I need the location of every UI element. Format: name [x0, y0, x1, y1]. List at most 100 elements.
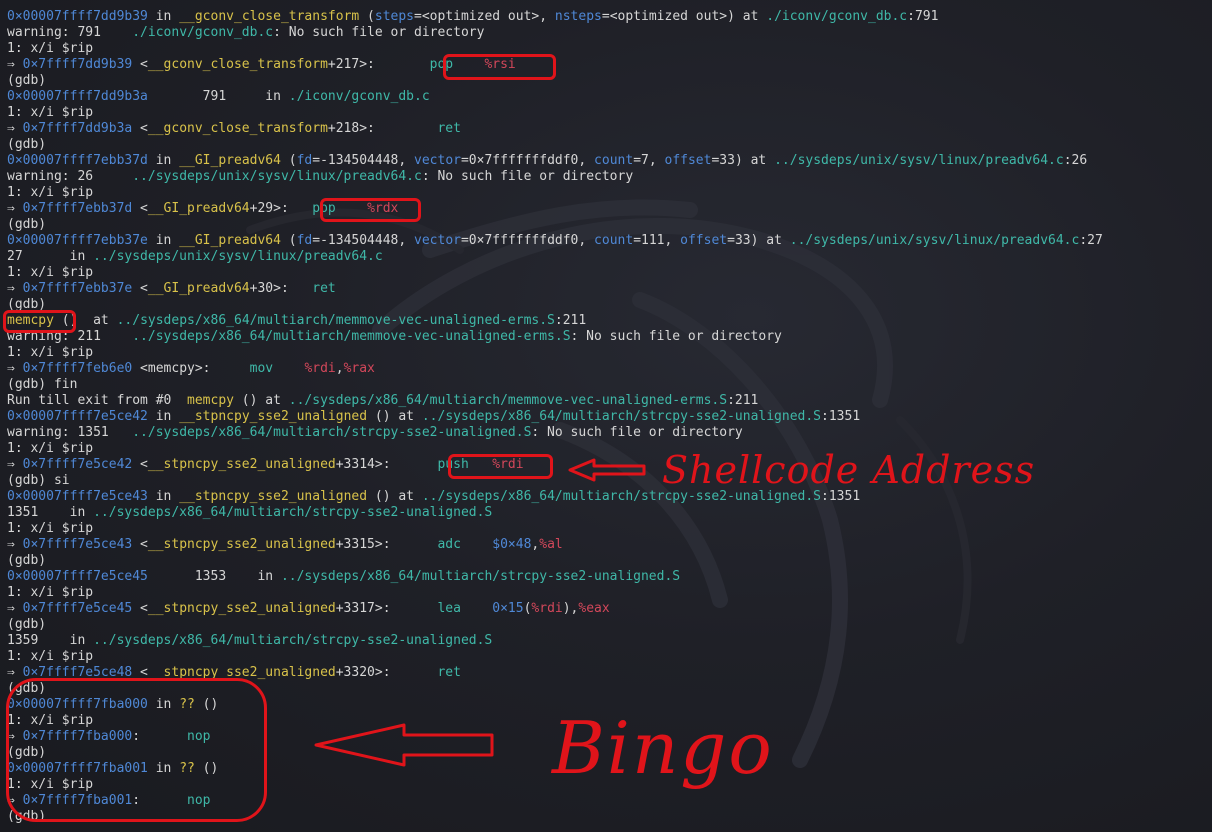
- terminal-text-func: __gconv_close_transform: [147, 121, 328, 136]
- terminal-text-path: ./iconv/gconv_db.c: [132, 25, 274, 40]
- terminal-text-default: () at: [367, 409, 422, 424]
- terminal-line: (gdb) si: [7, 473, 1212, 489]
- terminal-text-default: in: [147, 489, 180, 504]
- terminal-text-mnem: mov: [249, 361, 274, 376]
- terminal-line: 1: x/i $rip: [7, 345, 1212, 361]
- terminal-text-default: warning: 211: [7, 329, 133, 344]
- terminal-text-path: ../sysdeps/x86_64/multiarch/strcpy-sse2-…: [132, 425, 532, 440]
- terminal-text-func: __stpncpy_sse2_unaligned: [147, 601, 336, 616]
- terminal-line: warning: 211 ../sysdeps/x86_64/multiarch…: [7, 329, 1212, 345]
- terminal-text-num: $0×48: [492, 537, 532, 552]
- terminal-line: ⇒ 0×7ffff7dd9b3a <__gconv_close_transfor…: [7, 121, 1212, 137]
- terminal-text-default: (: [280, 153, 297, 168]
- terminal-text-addr: 0×7ffff7fba001: [22, 793, 133, 808]
- terminal-text-func: __stpncpy_sse2_unaligned: [147, 457, 336, 472]
- terminal-text-func: __stpncpy_sse2_unaligned: [179, 409, 368, 424]
- terminal-text-default: (gdb): [7, 297, 47, 312]
- terminal-text-default: in: [147, 761, 180, 776]
- terminal-text-reg: %al: [539, 537, 563, 552]
- terminal-text-default: =33) at: [711, 153, 775, 168]
- terminal-text-path: ../sysdeps/x86_64/multiarch/memmove-vec-…: [288, 393, 728, 408]
- terminal-text-addr: 0×00007ffff7e5ce42: [7, 409, 148, 424]
- terminal-text-func: memcpy: [187, 393, 234, 408]
- terminal-text-addr: 0×00007ffff7ebb37d: [7, 153, 148, 168]
- terminal-text-default: 1351 in: [7, 505, 94, 520]
- terminal-text-addr: 0×7ffff7feb6e0: [22, 361, 133, 376]
- terminal-text-path: ./iconv/gconv_db.c: [766, 9, 908, 24]
- terminal-text-default: ⇒: [7, 361, 23, 376]
- terminal-text-path: ../sysdeps/x86_64/multiarch/memmove-vec-…: [132, 329, 571, 344]
- terminal-line: (gdb): [7, 681, 1212, 697]
- terminal-text-default: <: [132, 57, 148, 72]
- terminal-text-func: __stpncpy_sse2_unaligned: [147, 665, 336, 680]
- terminal-text-param: fd: [296, 153, 313, 168]
- terminal-text-default: +30>:: [249, 281, 313, 296]
- terminal-text-default: 1353 in: [147, 569, 281, 584]
- terminal-text-func: __gconv_close_transform: [147, 57, 328, 72]
- terminal-text-default: 1: x/i $rip: [7, 185, 94, 200]
- terminal-text-default: =<optimized out>) at: [601, 9, 767, 24]
- terminal-text-default: (): [194, 697, 219, 712]
- terminal-line: 1: x/i $rip: [7, 649, 1212, 665]
- terminal-text-mnem: adc: [437, 537, 461, 552]
- terminal-text-default: 1: x/i $rip: [7, 105, 94, 120]
- terminal-line: (gdb): [7, 297, 1212, 313]
- terminal-text-default: =7,: [633, 153, 665, 168]
- terminal-text-func: __GI_preadv64: [147, 201, 250, 216]
- terminal-line: ⇒ 0×7ffff7e5ce43 <__stpncpy_sse2_unalign…: [7, 537, 1212, 553]
- terminal-text-reg: %eax: [578, 601, 610, 616]
- terminal-text-q: ??: [179, 697, 195, 712]
- terminal-text-default: 791 in: [147, 89, 289, 104]
- terminal-text-default: ⇒: [7, 729, 23, 744]
- terminal-text-path: ./iconv/gconv_db.c: [288, 89, 430, 104]
- terminal-text-default: :1351: [821, 409, 861, 424]
- terminal-line: Run till exit from #0 memcpy () at ../sy…: [7, 393, 1212, 409]
- terminal-text-default: 1: x/i $rip: [7, 777, 94, 792]
- terminal-text-param: count: [594, 233, 634, 248]
- terminal-text-addr: 0×7ffff7ebb37d: [22, 201, 133, 216]
- terminal-text-mnem: pop: [312, 201, 336, 216]
- terminal-text-addr: 0×00007ffff7fba000: [7, 697, 148, 712]
- terminal-text-default: ),: [562, 601, 579, 616]
- terminal-line: ⇒ 0×7ffff7ebb37e <__GI_preadv64+30>: ret: [7, 281, 1212, 297]
- terminal-text-default: =-134504448,: [312, 233, 415, 248]
- terminal-text-mnem: ret: [312, 281, 336, 296]
- terminal-text-default: (gdb): [7, 73, 47, 88]
- terminal-line: 1: x/i $rip: [7, 105, 1212, 121]
- terminal-text-default: Run till exit from #0: [7, 393, 188, 408]
- terminal-text-default: :791: [907, 9, 939, 24]
- terminal-line: 1: x/i $rip: [7, 185, 1212, 201]
- terminal-text-mnem: push: [437, 457, 469, 472]
- terminal-text-param: vector: [414, 153, 461, 168]
- terminal-text-mnem: pop: [429, 57, 454, 72]
- terminal-text-param: offset: [664, 153, 712, 168]
- terminal-text-default: () at: [53, 313, 117, 328]
- terminal-text-default: ⇒: [7, 281, 23, 296]
- terminal-text-func: __GI_preadv64: [147, 281, 250, 296]
- terminal-text-default: +3314>:: [335, 457, 438, 472]
- terminal-text-default: (gdb): [7, 553, 47, 568]
- terminal-text-default: <: [132, 121, 148, 136]
- terminal-text-addr: 0×7ffff7fba000: [22, 729, 133, 744]
- terminal-text-num: 0×15: [492, 601, 524, 616]
- terminal-text-path: ../sysdeps/x86_64/multiarch/strcpy-sse2-…: [421, 489, 822, 504]
- terminal-text-mnem: nop: [187, 793, 211, 808]
- terminal-text-default: () at: [367, 489, 422, 504]
- terminal-line: warning: 26 ../sysdeps/unix/sysv/linux/p…: [7, 169, 1212, 185]
- terminal-text-default: <: [132, 601, 148, 616]
- terminal-line: (gdb): [7, 745, 1212, 761]
- terminal-text-addr: 0×00007ffff7e5ce43: [7, 489, 148, 504]
- terminal-text-default: :1351: [821, 489, 861, 504]
- terminal-line: 1: x/i $rip: [7, 41, 1212, 57]
- terminal-text-default: :211: [727, 393, 759, 408]
- terminal-line: 0×00007ffff7e5ce45 1353 in ../sysdeps/x8…: [7, 569, 1212, 585]
- terminal-text-addr: 0×00007ffff7ebb37e: [7, 233, 148, 248]
- terminal-text-default: +217>:: [327, 57, 430, 72]
- terminal-text-default: [453, 57, 484, 72]
- terminal-window[interactable]: 0×00007ffff7dd9b39 in __gconv_close_tran…: [0, 0, 1212, 832]
- terminal-text-default: 1359 in: [7, 633, 94, 648]
- terminal-text-default: [469, 457, 492, 472]
- terminal-text-default: () at: [233, 393, 289, 408]
- terminal-text-default: <: [132, 665, 148, 680]
- terminal-text-reg: %rdx: [367, 201, 399, 216]
